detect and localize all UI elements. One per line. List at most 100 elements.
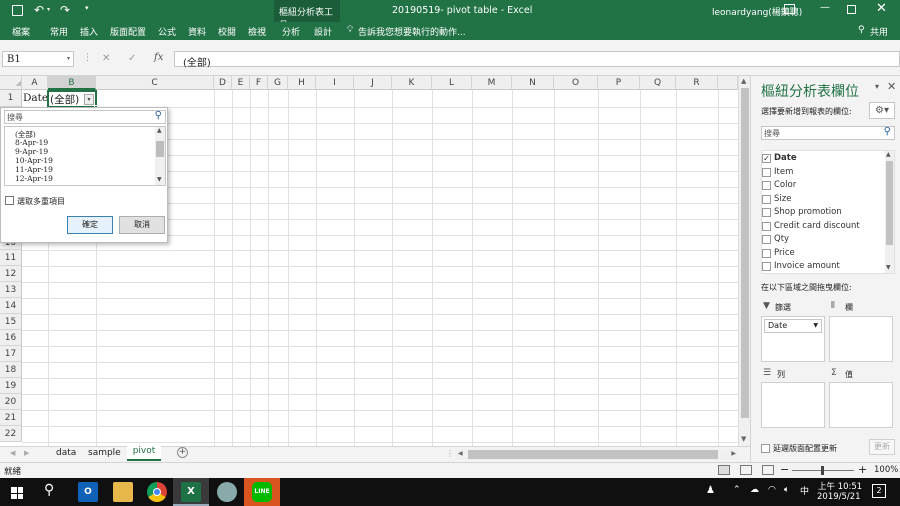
field-checkbox[interactable] (762, 208, 771, 217)
filters-area[interactable]: Date ▼ (761, 316, 825, 362)
field-checkbox[interactable] (762, 168, 771, 177)
pane-settings-button[interactable]: ⚙▾ (869, 102, 895, 119)
list-item[interactable]: 11-Apr-19 (15, 165, 53, 174)
share-icon[interactable]: ⚲ (858, 25, 865, 35)
tray-app-icon[interactable]: ☁ (750, 485, 759, 495)
col-header-h[interactable]: H (288, 76, 316, 90)
row-header-11[interactable]: 11 (0, 250, 22, 266)
row-header-21[interactable]: 21 (0, 410, 22, 426)
enter-icon[interactable]: ✓ (128, 53, 136, 64)
scroll-up-icon[interactable]: ▲ (157, 127, 162, 134)
zoom-slider[interactable] (792, 466, 854, 475)
update-button[interactable]: 更新 (869, 439, 895, 455)
filter-button[interactable]: ▾ (84, 94, 94, 105)
field-search-input[interactable]: 搜尋 ⚲ (761, 126, 895, 140)
row-header-18[interactable]: 18 (0, 362, 22, 378)
ok-button[interactable]: 確定 (67, 216, 113, 234)
scroll-down-icon[interactable]: ▼ (741, 435, 746, 443)
scroll-thumb[interactable] (886, 161, 893, 245)
tab-home[interactable]: 常用 (50, 25, 68, 38)
page-break-view-icon[interactable] (762, 465, 774, 475)
tab-formulas[interactable]: 公式 (158, 25, 176, 38)
col-header-i[interactable]: I (316, 76, 354, 90)
multi-select-checkbox[interactable] (5, 196, 14, 205)
col-header-q[interactable]: Q (640, 76, 676, 90)
col-header-l[interactable]: L (432, 76, 472, 90)
row-header-16[interactable]: 16 (0, 330, 22, 346)
restore-icon[interactable] (847, 5, 856, 14)
scroll-down-icon[interactable]: ▼ (157, 176, 162, 183)
tab-insert[interactable]: 插入 (80, 25, 98, 38)
tell-me-input[interactable]: 告訴我您想要執行的動作... (358, 25, 466, 38)
zoom-in-icon[interactable]: + (858, 463, 867, 476)
people-icon[interactable]: ♟ (706, 485, 715, 496)
scroll-thumb[interactable] (156, 141, 164, 157)
row-header-22[interactable]: 22 (0, 426, 22, 442)
field-checkbox[interactable] (762, 195, 771, 204)
col-header-j[interactable]: J (354, 76, 392, 90)
list-item[interactable]: 12-Apr-19 (15, 174, 53, 183)
tab-page-layout[interactable]: 版面配置 (110, 25, 146, 38)
cell-a1[interactable]: Date (23, 92, 48, 104)
start-button[interactable] (11, 487, 23, 499)
chrome-icon[interactable] (147, 482, 167, 502)
tab-view[interactable]: 檢視 (248, 25, 266, 38)
wifi-icon[interactable]: ◠ (768, 485, 776, 495)
search-icon[interactable]: ⚲ (44, 482, 54, 498)
horizontal-scrollbar[interactable]: ◀ ▶ (456, 449, 738, 460)
row-header-1[interactable]: 1 (0, 90, 22, 107)
field-checkbox[interactable] (762, 262, 771, 271)
cancel-icon[interactable]: ✕ (102, 53, 110, 64)
save-icon[interactable] (12, 5, 23, 16)
zoom-thumb[interactable] (821, 466, 824, 475)
col-header-m[interactable]: M (472, 76, 512, 90)
redo-icon[interactable]: ↷ (60, 3, 70, 17)
minimize-icon[interactable]: — (820, 2, 830, 13)
field-checkbox[interactable] (762, 249, 771, 258)
next-sheet-icon[interactable]: ▶ (24, 449, 29, 457)
field-list-scrollbar[interactable]: ▲ ▼ (885, 151, 894, 273)
row-header-12[interactable]: 12 (0, 266, 22, 282)
tab-file[interactable]: 檔案 (12, 25, 30, 38)
field-checkbox-checked[interactable]: ✓ (762, 154, 771, 163)
field-checkbox[interactable] (762, 222, 771, 231)
col-header-f[interactable]: F (250, 76, 268, 90)
page-layout-view-icon[interactable] (740, 465, 752, 475)
ribbon-display-icon[interactable] (784, 4, 795, 14)
excel-icon[interactable]: X (181, 482, 201, 502)
line-icon[interactable]: LINE (252, 482, 272, 502)
undo-icon[interactable]: ↶ (34, 3, 44, 17)
row-header-14[interactable]: 14 (0, 298, 22, 314)
tab-data[interactable]: 資料 (188, 25, 206, 38)
insert-function-icon[interactable]: fx (154, 52, 163, 63)
defer-update-checkbox[interactable] (761, 444, 770, 453)
clock-date[interactable]: 2019/5/21 (817, 492, 861, 502)
cancel-button[interactable]: 取消 (119, 216, 165, 234)
col-header-a[interactable]: A (22, 76, 48, 90)
scroll-thumb[interactable] (468, 450, 718, 459)
columns-area[interactable] (829, 316, 893, 362)
clock-time[interactable]: 上午 10:51 (818, 480, 862, 492)
volume-icon[interactable]: 🔈︎ (784, 485, 789, 495)
col-header-r[interactable]: R (676, 76, 718, 90)
share-button[interactable]: 共用 (870, 25, 888, 38)
zoom-level[interactable]: 100% (874, 465, 898, 475)
col-header-k[interactable]: K (392, 76, 432, 90)
col-header-d[interactable]: D (214, 76, 232, 90)
chevron-down-icon[interactable]: ▼ (813, 322, 818, 329)
list-item[interactable]: 10-Apr-19 (15, 156, 53, 165)
col-header-e[interactable]: E (232, 76, 250, 90)
tab-analyze[interactable]: 分析 (282, 25, 300, 38)
formula-input[interactable]: (全部) (174, 51, 900, 69)
cell-b1[interactable]: (全部) ▾ (47, 90, 97, 108)
col-header-g[interactable]: G (268, 76, 288, 90)
app-icon[interactable] (217, 482, 237, 502)
col-header-n[interactable]: N (512, 76, 554, 90)
list-item[interactable]: 8-Apr-19 (15, 138, 48, 147)
select-all-corner[interactable]: ◢ (0, 76, 22, 90)
sheet-tab-data[interactable]: data (56, 448, 76, 458)
dropdown-search[interactable]: 搜尋 ⚲ (4, 110, 166, 124)
row-header-20[interactable]: 20 (0, 394, 22, 410)
scroll-thumb[interactable] (741, 88, 749, 418)
pane-options-dropdown-icon[interactable]: ▾ (875, 82, 879, 91)
